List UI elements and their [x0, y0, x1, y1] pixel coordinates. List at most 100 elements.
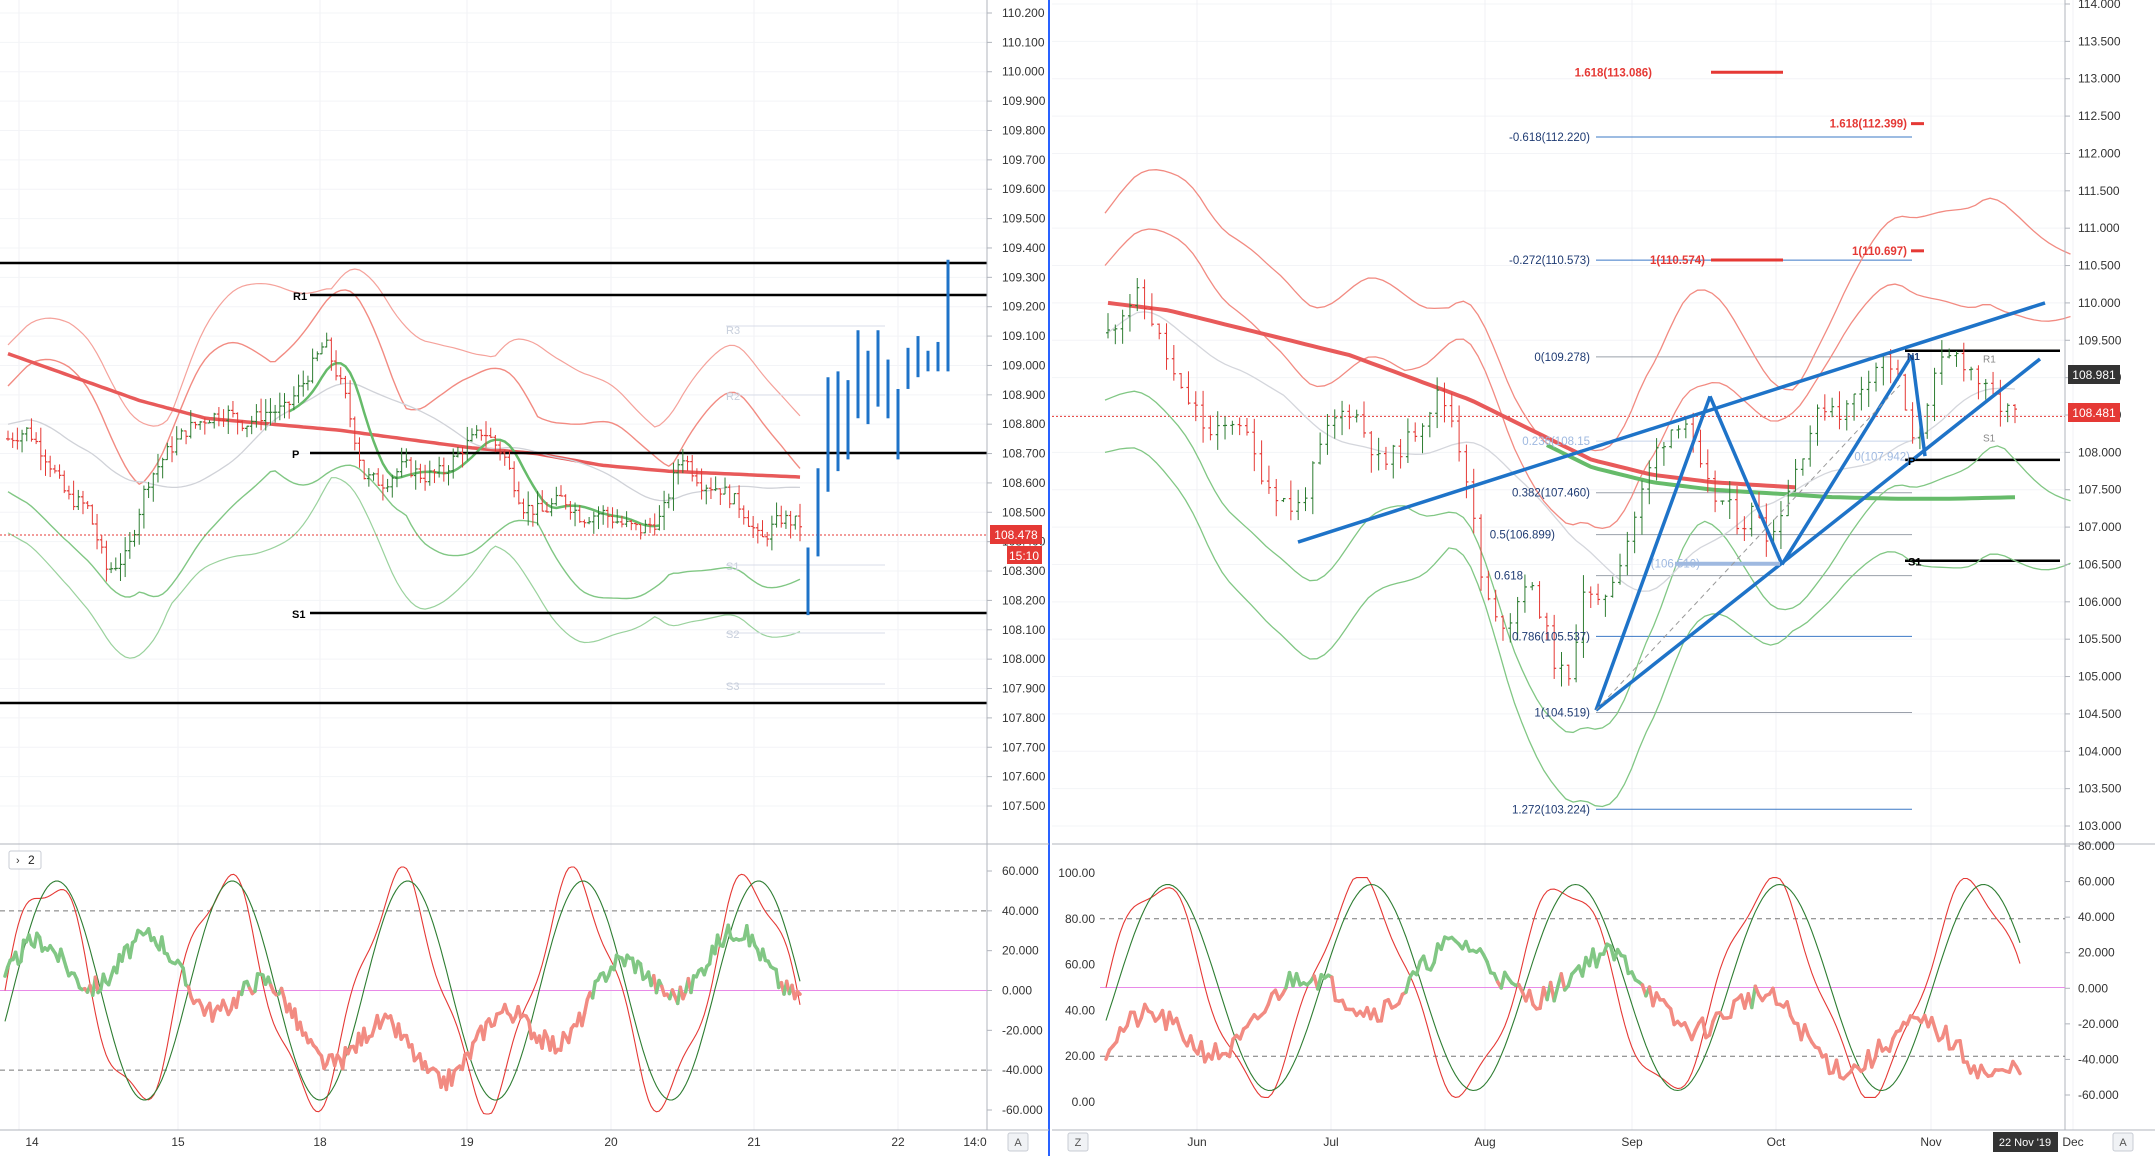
left-time-label: 18: [313, 1135, 327, 1149]
fib-label: (106.510): [1651, 559, 1700, 571]
right-price-tick-label: 105.000: [2078, 670, 2122, 684]
left-time-label: 21: [747, 1135, 761, 1149]
zoom-button-label: Z: [1075, 1137, 1082, 1149]
label-p-right: P: [1908, 456, 1915, 468]
fib-label: -0.272(110.573): [1509, 255, 1590, 267]
label-n1: N1: [1907, 352, 1920, 363]
right-price-tick-label: 103.500: [2078, 782, 2122, 796]
left-price-tick-label: 107.900: [1002, 682, 1046, 696]
fib-label: 1.618(113.086): [1575, 67, 1653, 79]
label-p: P: [292, 449, 299, 461]
fib-label: 1(110.697): [1852, 246, 1907, 258]
right-time-label: Nov: [1920, 1135, 1941, 1149]
fib-label: 0.382(107.460): [1512, 488, 1590, 500]
label-r2: R2: [726, 391, 740, 403]
fib-label: 1(104.519): [1534, 707, 1590, 719]
osc-tick-label: 0.000: [1002, 984, 1032, 998]
right-osc-left-tick: 60.00: [1065, 958, 1095, 972]
label-s1-right: S1: [1908, 557, 1921, 569]
right-price-tick-label: 104.500: [2078, 707, 2122, 721]
right-time-label: Oct: [1767, 1135, 1786, 1149]
left-price-tick-label: 110.000: [1002, 65, 1045, 79]
right-osc-right-tick: 80.000: [2078, 839, 2115, 853]
left-price-tick-label: 108.900: [1002, 388, 1046, 402]
right-osc-left-tick: 20.00: [1065, 1049, 1095, 1063]
left-price-tick-label: 110.200: [1002, 6, 1045, 20]
right-price-tick-label: 104.000: [2078, 744, 2122, 758]
left-price-tick-label: 109.300: [1002, 270, 1046, 284]
left-price-tick-label: 108.100: [1002, 623, 1046, 637]
right-price-tick-label: 107.000: [2078, 520, 2122, 534]
label-r1-small: R1: [1983, 355, 1996, 366]
fib-label: 0.5(106.899): [1490, 530, 1555, 542]
right-price-tick-label: 106.500: [2078, 557, 2122, 571]
right-time-label: Jun: [1187, 1135, 1206, 1149]
right-osc-right-tick: -60.000: [2078, 1088, 2119, 1102]
fib-label: 1(110.574): [1650, 255, 1705, 267]
left-time-label: 14: [25, 1135, 39, 1149]
right-price-tick-label: 107.500: [2078, 483, 2122, 497]
right-osc-left-tick: 0.00: [1072, 1095, 1096, 1109]
label-s1-faint: S1: [726, 561, 739, 573]
osc-tick-label: 60.000: [1002, 864, 1039, 878]
fib-label: 0.236(108.15: [1522, 436, 1590, 448]
osc-tick-label: 40.000: [1002, 904, 1039, 918]
right-price-tick-label: 113.000: [2078, 72, 2121, 86]
left-price-tick-label: 107.500: [1002, 799, 1046, 813]
left-price-tick-label: 109.500: [1002, 212, 1046, 226]
momentum-line: [797, 992, 800, 995]
date-badge-value: 22 Nov '19: [1999, 1137, 2051, 1149]
left-time-label: 15: [171, 1135, 185, 1149]
fib-label: -0.618(112.220): [1509, 132, 1590, 144]
right-osc-right-tick: 40.000: [2078, 910, 2115, 924]
left-price-tick-label: 108.300: [1002, 564, 1046, 578]
label-s3: S3: [726, 681, 739, 693]
fib-label: 1.618(112.399): [1830, 119, 1908, 131]
right-osc-right-tick: 20.000: [2078, 946, 2115, 960]
fib-label: 0(107.942): [1854, 452, 1910, 464]
fib-label: 0(109.278): [1534, 352, 1590, 364]
label-r3: R3: [726, 325, 740, 337]
left-price-tick-label: 108.800: [1002, 417, 1046, 431]
left-price-tick-label: 110.100: [1002, 35, 1045, 49]
oscillator-legend-toggle[interactable]: [9, 851, 41, 869]
left-panel: [0, 0, 1049, 1156]
left-price-tick-label: 109.100: [1002, 329, 1046, 343]
left-price-tick-label: 109.600: [1002, 182, 1046, 196]
osc-tick-label: -20.000: [1002, 1023, 1043, 1037]
price-badge-b-value: 108.481: [2072, 406, 2116, 420]
fib-label: 0.618: [1494, 571, 1523, 583]
last-price-value: 108.478: [994, 528, 1038, 542]
right-price-tick-label: 105.500: [2078, 632, 2122, 646]
right-price-tick-label: 110.500: [2078, 259, 2121, 273]
oscillator-legend-count: 2: [28, 853, 35, 867]
left-time-label: 20: [604, 1135, 618, 1149]
right-price-tick-label: 106.000: [2078, 595, 2122, 609]
countdown-value: 15:10: [1009, 549, 1039, 563]
right-osc-right-tick: 60.000: [2078, 875, 2115, 889]
chevron-right-icon: ›: [16, 855, 20, 867]
label-s1-small: S1: [1983, 433, 1996, 444]
right-osc-right-tick: -20.000: [2078, 1017, 2119, 1031]
left-auto-scale-label: A: [1014, 1137, 1022, 1149]
right-price-tick-label: 112.500: [2078, 109, 2121, 123]
right-osc-left-tick: 100.00: [1058, 866, 1095, 880]
right-time-label: Sep: [1621, 1135, 1643, 1149]
right-price-tick-label: 114.000: [2078, 0, 2121, 11]
left-time-label: 22: [891, 1135, 905, 1149]
label-r1: R1: [293, 291, 307, 303]
left-price-tick-label: 108.600: [1002, 476, 1046, 490]
right-auto-scale-label: A: [2119, 1137, 2127, 1149]
trading-screen: R1 P S1 R3 R2 S1 S2 S3 110.200110.100110…: [0, 0, 2155, 1156]
left-price-tick-label: 108.200: [1002, 593, 1046, 607]
label-s1: S1: [292, 609, 305, 621]
right-price-tick-label: 109.500: [2078, 333, 2122, 347]
right-time-label: Aug: [1474, 1135, 1495, 1149]
right-osc-right-tick: 0.000: [2078, 981, 2108, 995]
fib-label: 1.272(103.224): [1512, 804, 1590, 816]
right-osc-left-tick: 80.00: [1065, 912, 1095, 926]
osc-tick-label: 20.000: [1002, 944, 1039, 958]
right-price-tick-label: 111.500: [2078, 184, 2120, 198]
right-price-tick-label: 111.000: [2078, 221, 2120, 235]
left-price-tick-label: 107.800: [1002, 711, 1046, 725]
